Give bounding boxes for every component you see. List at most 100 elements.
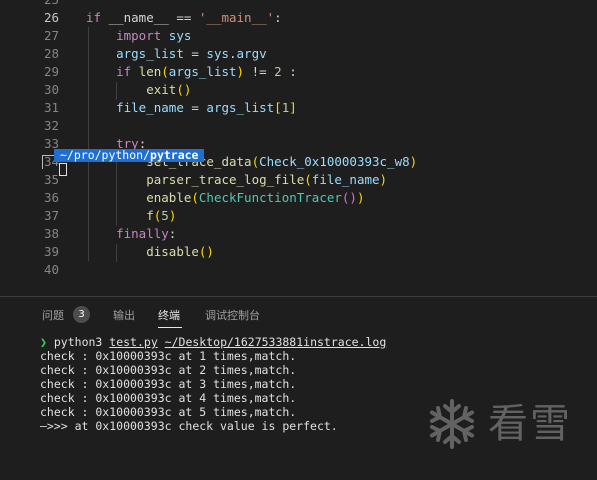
- code-text: exit(): [86, 81, 191, 99]
- code-line: 29 if len(args_list) != 2 :: [0, 63, 597, 81]
- terminal-output-line: check : 0x10000393c at 2 times,match.: [40, 363, 297, 377]
- code-token: (: [304, 172, 312, 187]
- code-text: parser_trace_log_file(file_name): [86, 171, 387, 189]
- code-token: if: [86, 10, 109, 25]
- code-token: parser_trace_log_file: [146, 172, 305, 187]
- terminal-output-line: check : 0x10000393c at 3 times,match.: [40, 377, 297, 391]
- prompt-arrow-icon: ❯: [40, 335, 47, 349]
- code-token: args_list: [116, 46, 184, 61]
- command-arg-logfile[interactable]: ~/Desktop/1627533881instrace.log: [165, 335, 387, 349]
- code-token: args_list: [206, 100, 275, 115]
- code-text: file_name = args_list[1]: [86, 99, 297, 117]
- code-token: import: [116, 28, 169, 43]
- code-token: =: [183, 46, 207, 61]
- code-token: (): [198, 244, 214, 259]
- bottom-panel: 问题 3 输出 终端 调试控制台 ❯ python3 test.py ~/Des…: [0, 297, 597, 480]
- line-number: 29: [43, 64, 59, 79]
- code-token: file_name: [116, 100, 184, 115]
- code-line: 37 f(5): [0, 207, 597, 225]
- code-token: file_name: [311, 172, 380, 187]
- code-text: if len(args_list) != 2 :: [86, 63, 297, 81]
- line-number: 30: [43, 82, 59, 97]
- line-number: 40: [43, 262, 59, 277]
- code-token: (: [191, 190, 199, 205]
- cwd-prompt-segment: ~/pro/python/pytrace: [54, 148, 205, 162]
- line-number: 27: [43, 28, 59, 43]
- line-number: 31: [43, 100, 59, 115]
- code-token: f: [146, 208, 154, 223]
- code-token: ==: [176, 10, 199, 25]
- code-token: '__main__': [198, 10, 275, 25]
- code-line: 30 exit(): [0, 81, 597, 99]
- code-text: args_list = sys.argv: [86, 45, 267, 63]
- code-token: ): [168, 208, 177, 223]
- problems-count-badge: 3: [73, 306, 90, 323]
- line-number: 25: [0, 0, 59, 9]
- code-token: args_list: [168, 64, 237, 79]
- code-token: CheckFunctionTracer: [198, 190, 342, 205]
- code-token: Check_0x10000393c_w8: [259, 154, 410, 169]
- tab-output[interactable]: 输出: [113, 307, 135, 323]
- line-number: 28: [43, 46, 59, 61]
- snowflake-icon: [430, 399, 474, 449]
- code-text: enable(CheckFunctionTracer()): [86, 189, 365, 207]
- code-line: 40: [0, 261, 597, 279]
- code-text: finally:: [86, 225, 176, 243]
- kanxue-watermark: 看雪: [426, 398, 576, 450]
- code-token: enable: [146, 190, 192, 205]
- code-token: !=: [244, 64, 275, 79]
- code-text: import sys: [86, 27, 191, 45]
- line-number: 38: [43, 226, 59, 241]
- code-token: finally: [116, 226, 169, 241]
- code-token: sys: [206, 46, 229, 61]
- code-token: 2: [274, 64, 282, 79]
- code-token: __name__: [108, 10, 177, 25]
- code-token: if: [116, 64, 139, 79]
- tab-debug-console[interactable]: 调试控制台: [205, 307, 260, 323]
- code-token: (): [341, 190, 357, 205]
- cwd-prefix: ~/pro/python/: [60, 148, 151, 162]
- active-tab-indicator: [158, 327, 182, 328]
- code-line: 27 import sys: [0, 27, 597, 45]
- code-token: disable: [146, 244, 199, 259]
- code-line: 36 enable(CheckFunctionTracer()): [0, 189, 597, 207]
- code-token: sys: [168, 28, 192, 43]
- code-line: 39 disable(): [0, 243, 597, 261]
- code-token: ): [356, 190, 365, 205]
- code-line: 25: [0, 0, 597, 9]
- tab-terminal[interactable]: 终端: [158, 307, 180, 323]
- code-token: (: [161, 64, 169, 79]
- code-line: 38 finally:: [0, 225, 597, 243]
- terminal-output-line: check : 0x10000393c at 4 times,match.: [40, 391, 297, 405]
- code-token: .: [229, 46, 237, 61]
- code-token: ]: [289, 100, 297, 115]
- code-token: =: [183, 100, 207, 115]
- cwd-leaf: pytrace: [150, 148, 199, 162]
- code-token: (): [176, 82, 192, 97]
- code-line: 35 parser_trace_log_file(file_name): [0, 171, 597, 189]
- terminal-output-line: –>>> at 0x10000393c check value is perfe…: [40, 419, 338, 433]
- code-line: 28 args_list = sys.argv: [0, 45, 597, 63]
- panel-tabs: 问题 3 输出 终端 调试控制台: [0, 297, 597, 333]
- code-line: 31 file_name = args_list[1]: [0, 99, 597, 117]
- code-line: 26 if __name__ == '__main__':: [0, 9, 597, 27]
- line-number: 33: [43, 136, 59, 151]
- code-token: :: [168, 226, 177, 241]
- tab-problems[interactable]: 问题: [42, 307, 64, 323]
- command-arg-script[interactable]: test.py: [109, 335, 157, 349]
- terminal-command-line: ❯ python3 test.py ~/Desktop/1627533881in…: [40, 335, 386, 349]
- code-text: disable(): [86, 243, 214, 261]
- code-token: ): [236, 64, 245, 79]
- prompt-bracket: [42, 155, 54, 169]
- code-token: argv: [236, 46, 267, 61]
- line-number: 39: [43, 244, 59, 259]
- code-token: 5: [161, 208, 169, 223]
- code-line: 32: [0, 117, 597, 135]
- code-token: ): [379, 172, 388, 187]
- code-token: :: [281, 64, 297, 79]
